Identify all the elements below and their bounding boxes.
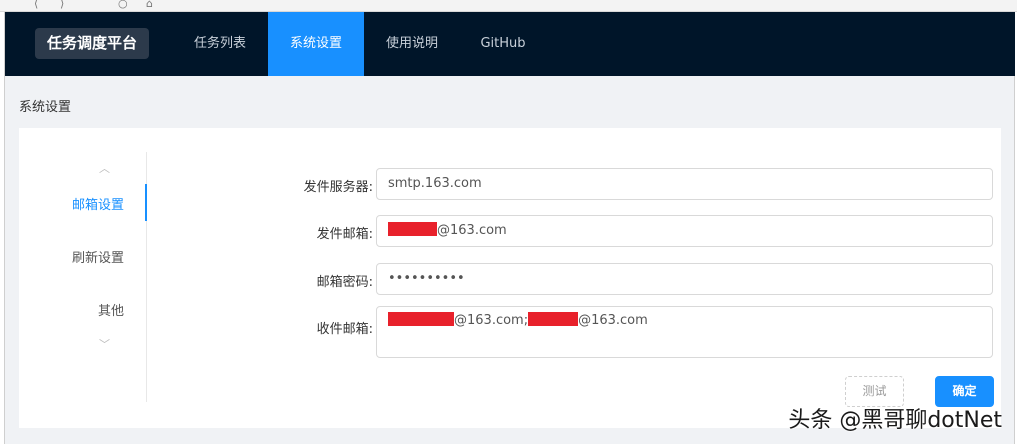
receiver-email-suffix-1: @163.com; bbox=[454, 313, 529, 328]
sender-email-label: 发件邮箱: bbox=[316, 227, 373, 242]
settings-card: ︿ 邮箱设置 刷新设置 其他 ﹀ 发件服务器: smtp.163.com 发件邮… bbox=[19, 128, 1001, 428]
watermark: 头条 @黑哥聊dotNet bbox=[788, 408, 1002, 433]
chevron-up-icon[interactable]: ︿ bbox=[99, 160, 110, 176]
nav-item-system-settings[interactable]: 系统设置 bbox=[268, 12, 364, 76]
brand-logo[interactable]: 任务调度平台 bbox=[35, 28, 150, 59]
smtp-label: 发件服务器: bbox=[303, 180, 373, 195]
vertical-tabs: ︿ 邮箱设置 刷新设置 其他 ﹀ bbox=[59, 152, 147, 402]
redacted-text bbox=[528, 312, 579, 326]
smtp-input[interactable]: smtp.163.com bbox=[376, 168, 993, 200]
redacted-text bbox=[388, 312, 454, 326]
nav-item-github[interactable]: GitHub bbox=[463, 12, 543, 76]
receiver-email-suffix-2: @163.com bbox=[578, 313, 648, 328]
receiver-email-label: 收件邮箱: bbox=[316, 322, 373, 337]
home-icon[interactable]: ⌂ bbox=[146, 0, 153, 10]
page-title: 系统设置 bbox=[19, 100, 72, 115]
forward-icon[interactable]: ⟩ bbox=[60, 0, 64, 10]
nav-item-usage-guide[interactable]: 使用说明 bbox=[369, 12, 455, 76]
top-navbar: 任务调度平台 任务列表 系统设置 使用说明 GitHub bbox=[5, 12, 1015, 76]
tab-refresh-settings[interactable]: 刷新设置 bbox=[72, 247, 124, 266]
back-icon[interactable]: ⟨ bbox=[34, 0, 38, 10]
password-label: 邮箱密码: bbox=[316, 275, 373, 290]
active-tab-indicator bbox=[145, 184, 147, 221]
sender-email-suffix: @163.com bbox=[437, 223, 507, 238]
nav-item-task-list[interactable]: 任务列表 bbox=[175, 12, 265, 76]
app-frame: 任务调度平台 任务列表 系统设置 使用说明 GitHub 系统设置 ︿ 邮箱设置… bbox=[4, 12, 1015, 444]
tab-mail-settings[interactable]: 邮箱设置 bbox=[72, 194, 124, 213]
chevron-down-icon[interactable]: ﹀ bbox=[99, 336, 110, 352]
tab-other[interactable]: 其他 bbox=[98, 300, 124, 319]
browser-toolbar: ⟨ ⟩ ○ ⌂ bbox=[0, 0, 1017, 12]
password-input[interactable]: •••••••••• bbox=[376, 263, 993, 295]
redacted-text bbox=[388, 222, 437, 236]
reload-icon[interactable]: ○ bbox=[118, 0, 128, 10]
sender-email-input[interactable]: @163.com bbox=[376, 215, 993, 247]
receiver-email-textarea[interactable]: @163.com; @163.com bbox=[376, 306, 993, 358]
